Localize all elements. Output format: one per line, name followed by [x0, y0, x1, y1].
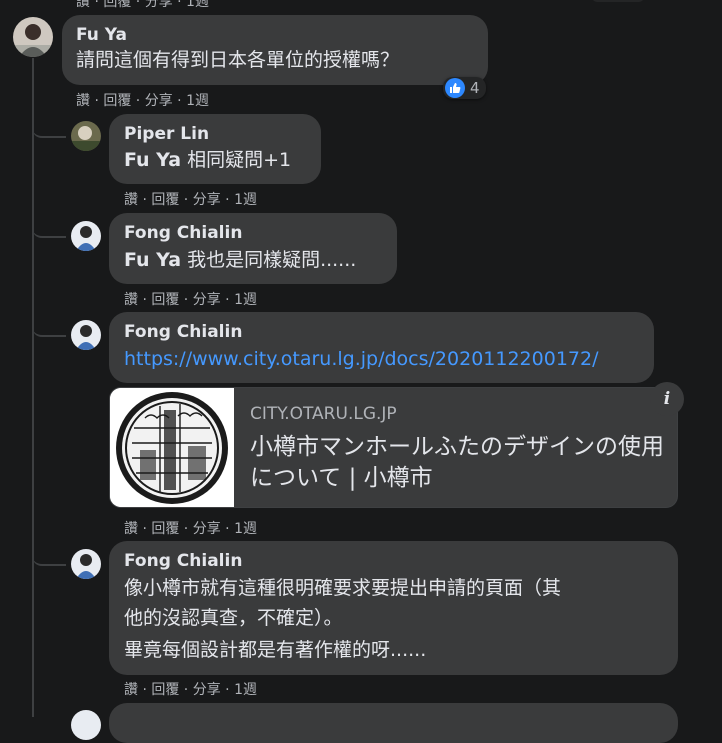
timestamp[interactable]: 1週: [186, 93, 209, 109]
thread-branch: [32, 210, 66, 238]
like-link[interactable]: 讚: [124, 682, 138, 698]
avatar[interactable]: [71, 221, 101, 251]
link-title[interactable]: 小樽市マンホールふたのデザインの使用について | 小樽市: [250, 432, 670, 494]
comment-bubble: [109, 703, 678, 743]
comment-actions: 讚 · 回覆 · 分享 · 1週: [76, 93, 209, 109]
comment-body: 相同疑問+1: [187, 149, 292, 171]
like-link[interactable]: 讚: [124, 192, 138, 208]
reaction-summary[interactable]: 4: [443, 77, 486, 99]
info-icon[interactable]: i: [650, 382, 684, 416]
timestamp[interactable]: 1週: [234, 192, 257, 208]
previous-reaction-pill: [592, 0, 644, 2]
link-domain: CITY.OTARU.LG.JP: [250, 404, 397, 424]
avatar[interactable]: [13, 17, 53, 57]
comment-author[interactable]: Fong Chialin: [124, 551, 242, 571]
timestamp[interactable]: 1週: [234, 682, 257, 698]
comment-text: 請問這個有得到日本各單位的授權嗎？: [76, 49, 400, 71]
reply-link[interactable]: 回覆: [151, 521, 179, 537]
manhole-cover-thumbnail: [110, 388, 234, 507]
previous-comment-actions[interactable]: 讚 · 回覆 · 分享 · 1週: [76, 0, 209, 11]
comment-link[interactable]: https://www.city.otaru.lg.jp/docs/202011…: [124, 344, 598, 374]
thread-branch: [32, 110, 66, 138]
comment-author[interactable]: Piper Lin: [124, 124, 209, 144]
like-icon: [445, 78, 465, 98]
comment-actions: 讚 · 回覆 · 分享 · 1週: [124, 521, 257, 537]
comment-author[interactable]: Fu Ya: [76, 25, 127, 45]
comment-text-line: 像小樽市就有這種很明確要求要提出申請的頁面（其: [124, 577, 562, 599]
comment-text: Fu Ya 相同疑問+1: [124, 145, 291, 175]
comment-actions: 讚 · 回覆 · 分享 · 1週: [124, 682, 257, 698]
reply-link[interactable]: 回覆: [103, 93, 131, 109]
avatar[interactable]: [71, 549, 101, 579]
reply-link[interactable]: 回覆: [151, 292, 179, 308]
mention-link[interactable]: Fu Ya: [124, 149, 181, 171]
thread-line: [32, 58, 34, 717]
avatar[interactable]: [71, 320, 101, 350]
thread-branch: [32, 309, 66, 337]
share-link[interactable]: 分享: [193, 682, 221, 698]
comment-actions: 讚 · 回覆 · 分享 · 1週: [124, 292, 257, 308]
share-link[interactable]: 分享: [193, 292, 221, 308]
reply-link[interactable]: 回覆: [151, 192, 179, 208]
link-preview-card[interactable]: CITY.OTARU.LG.JP 小樽市マンホールふたのデザインの使用について …: [109, 387, 678, 508]
thread-branch: [32, 538, 66, 566]
like-link[interactable]: 讚: [76, 93, 90, 109]
comment-text: Fu Ya 我也是同樣疑問......: [124, 245, 356, 275]
avatar[interactable]: [71, 710, 101, 740]
avatar[interactable]: [71, 121, 101, 151]
comment-text-line: 他的沒認真查，不確定）。: [124, 607, 343, 629]
comment-author[interactable]: Fong Chialin: [124, 322, 242, 342]
reaction-count: 4: [470, 79, 480, 97]
share-link[interactable]: 分享: [193, 521, 221, 537]
like-link[interactable]: 讚: [124, 292, 138, 308]
timestamp[interactable]: 1週: [234, 292, 257, 308]
comment-author[interactable]: Fong Chialin: [124, 223, 242, 243]
like-link[interactable]: 讚: [124, 521, 138, 537]
share-link[interactable]: 分享: [193, 192, 221, 208]
reply-link[interactable]: 回覆: [151, 682, 179, 698]
comment-body: 我也是同樣疑問......: [187, 249, 357, 271]
comment-actions: 讚 · 回覆 · 分享 · 1週: [124, 192, 257, 208]
comment-text-line: 畢竟每個設計都是有著作權的呀......: [124, 639, 427, 661]
timestamp[interactable]: 1週: [234, 521, 257, 537]
share-link[interactable]: 分享: [145, 93, 173, 109]
mention-link[interactable]: Fu Ya: [124, 249, 181, 271]
